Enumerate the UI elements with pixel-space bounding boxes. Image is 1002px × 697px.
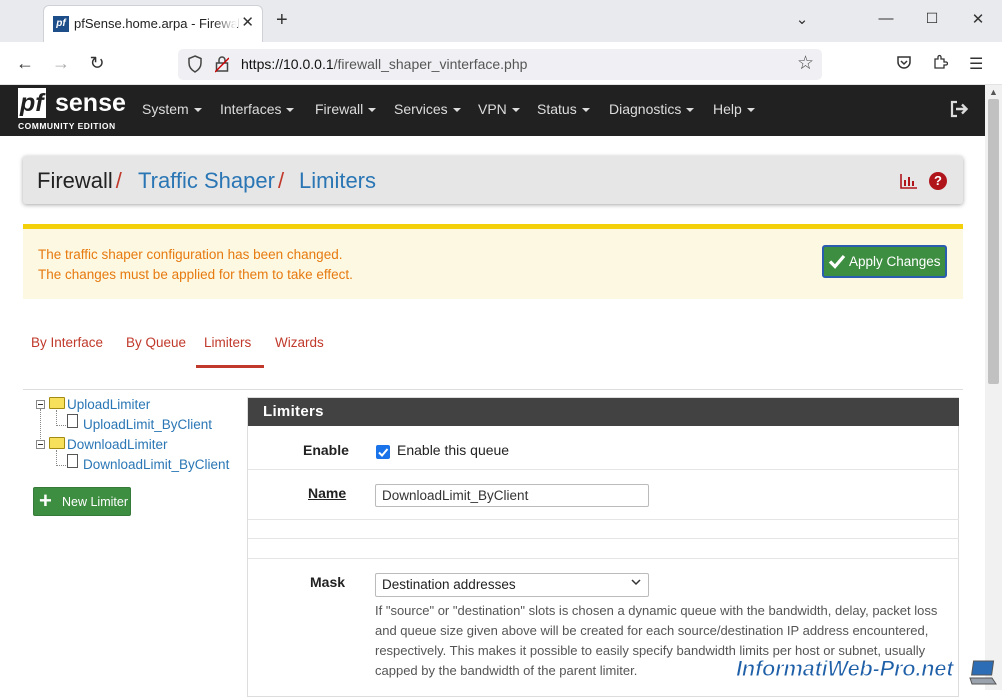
url-text: https://10.0.0.1/firewall_shaper_vinterf… — [241, 56, 528, 72]
address-bar[interactable]: https://10.0.0.1/firewall_shaper_vinterf… — [178, 49, 822, 80]
menu-firewall[interactable]: Firewall — [315, 101, 377, 117]
breadcrumb-limiters[interactable]: Limiters — [299, 168, 376, 194]
tab-list-chevron-icon[interactable]: ⌄ — [792, 10, 812, 28]
watermark: InformatiWeb-Pro.net — [735, 656, 954, 682]
alert-line-2: The changes must be applied for them to … — [38, 267, 353, 282]
minimize-icon[interactable]: — — [876, 10, 896, 27]
menu-help[interactable]: Help — [713, 101, 755, 117]
menu-system[interactable]: System — [142, 101, 202, 117]
divider — [23, 389, 963, 390]
menu-diagnostics[interactable]: Diagnostics — [609, 101, 695, 117]
menu-interfaces[interactable]: Interfaces — [220, 101, 295, 117]
mask-label: Mask — [310, 574, 346, 590]
chevron-down-icon — [631, 579, 641, 586]
tree-item-downloadlimit-byclient[interactable]: DownloadLimit_ByClient — [83, 457, 229, 472]
enable-label: Enable — [303, 442, 349, 458]
scrollbar-thumb[interactable] — [988, 99, 999, 384]
breadcrumb: Firewall / Traffic Shaper / Limiters ? — [23, 156, 963, 204]
scroll-up-icon[interactable]: ▲ — [989, 87, 998, 97]
tab-by-interface[interactable]: By Interface — [31, 335, 103, 350]
document-icon — [67, 454, 78, 468]
tab-wizards[interactable]: Wizards — [275, 335, 324, 350]
plus-icon: + — [39, 488, 52, 513]
tab-by-queue[interactable]: By Queue — [126, 335, 186, 350]
chart-icon[interactable] — [900, 173, 918, 189]
page-scrollbar[interactable]: ▲ — [985, 85, 1002, 690]
breadcrumb-firewall: Firewall — [37, 168, 113, 193]
folder-icon — [49, 437, 65, 449]
enable-checkbox-label[interactable]: Enable this queue — [397, 442, 509, 458]
name-label: Name — [308, 485, 347, 501]
window-close-icon[interactable]: ✕ — [968, 10, 988, 28]
tree-item-downloadlimiter[interactable]: DownloadLimiter — [67, 437, 168, 452]
check-icon — [828, 254, 846, 269]
pfsense-navbar: pf sense COMMUNITY EDITION System Interf… — [0, 85, 985, 136]
logout-icon[interactable] — [949, 99, 969, 119]
browser-tab[interactable]: pf pfSense.home.arpa - Firewall: Traffic… — [43, 5, 263, 42]
panel-title: Limiters — [248, 398, 959, 426]
collapse-icon[interactable] — [36, 440, 45, 449]
document-icon — [67, 414, 78, 428]
bookmark-star-icon[interactable]: ☆ — [797, 52, 814, 75]
maximize-icon[interactable]: ☐ — [922, 10, 942, 27]
new-tab-icon[interactable]: + — [276, 9, 288, 32]
enable-checkbox[interactable] — [376, 445, 390, 459]
menu-services[interactable]: Services — [394, 101, 461, 117]
limiters-panel: Limiters Enable Enable this queue Name M… — [247, 397, 959, 697]
new-limiter-button[interactable]: + New Limiter — [33, 487, 131, 516]
active-tab-indicator — [196, 365, 264, 368]
forward-icon[interactable]: → — [50, 53, 72, 74]
help-icon[interactable]: ? — [929, 172, 947, 190]
collapse-icon[interactable] — [36, 400, 45, 409]
alert-line-1: The traffic shaper configuration has bee… — [38, 247, 343, 262]
app-menu-icon[interactable]: ☰ — [969, 54, 983, 74]
pocket-icon[interactable] — [896, 54, 912, 75]
menu-status[interactable]: Status — [537, 101, 590, 117]
tracking-shield-icon[interactable] — [187, 55, 203, 73]
laptop-icon — [969, 660, 997, 685]
browser-toolbar: ← → ↻ https://10.0.0.1/firewall_shaper_v… — [0, 42, 1002, 85]
name-field[interactable] — [375, 484, 649, 507]
breadcrumb-traffic-shaper[interactable]: Traffic Shaper — [138, 168, 275, 193]
mask-select[interactable]: Destination addresses — [375, 573, 649, 597]
browser-tab-strip: pf pfSense.home.arpa - Firewall: Traffic… — [0, 0, 1002, 42]
folder-icon — [49, 397, 65, 409]
tab-limiters[interactable]: Limiters — [204, 335, 251, 350]
back-icon[interactable]: ← — [14, 53, 36, 74]
tree-item-uploadlimiter[interactable]: UploadLimiter — [67, 397, 150, 412]
reload-icon[interactable]: ↻ — [86, 53, 108, 74]
changes-alert: The traffic shaper configuration has bee… — [23, 224, 963, 299]
lock-icon[interactable] — [215, 55, 229, 73]
apply-changes-button[interactable]: Apply Changes — [822, 245, 947, 278]
pfsense-favicon-icon: pf — [53, 16, 69, 32]
menu-vpn[interactable]: VPN — [478, 101, 520, 117]
tab-close-icon[interactable]: ✕ — [241, 13, 254, 31]
tree-item-uploadlimit-byclient[interactable]: UploadLimit_ByClient — [83, 417, 212, 432]
pfsense-logo[interactable]: pf sense COMMUNITY EDITION — [18, 88, 126, 134]
extensions-icon[interactable] — [932, 54, 949, 75]
